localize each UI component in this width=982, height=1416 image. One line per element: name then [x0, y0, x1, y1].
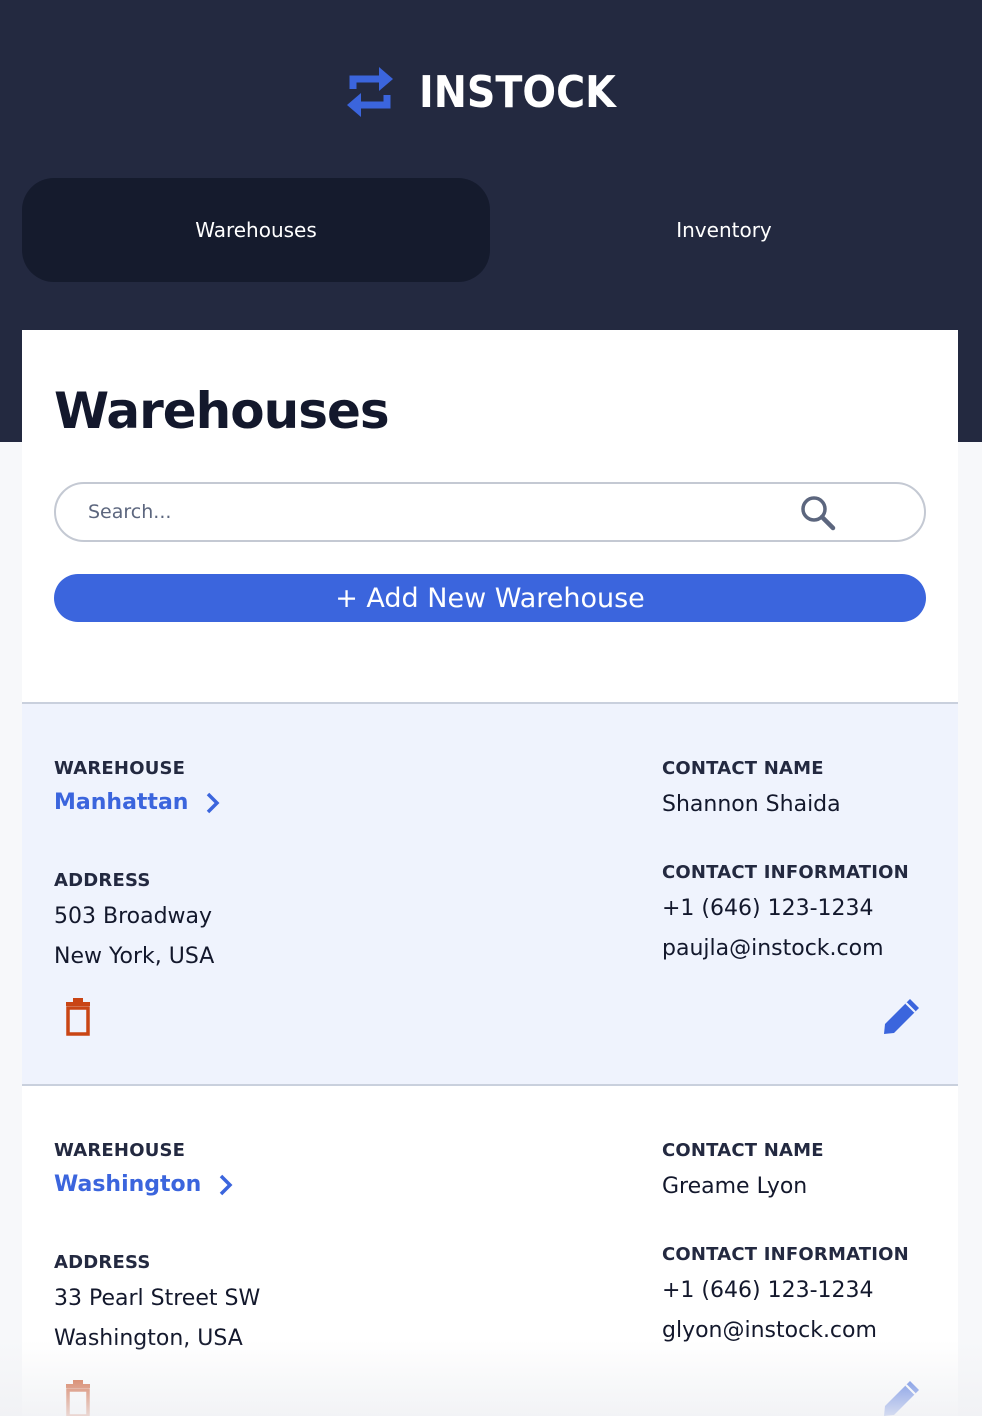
search-input[interactable] [88, 501, 892, 523]
address-line2: Washington, USA [54, 1326, 243, 1351]
warehouse-name: Manhattan [54, 790, 189, 815]
warehouse-row: WAREHOUSE Manhattan ADDRESS 503 Broadway… [22, 702, 958, 1084]
address-label: ADDRESS [54, 1252, 151, 1273]
contact-phone: +1 (646) 123-1234 [662, 1278, 874, 1303]
add-warehouse-button[interactable]: + Add New Warehouse [54, 574, 926, 622]
contact-email: paujla@instock.com [662, 936, 884, 961]
swap-arrows-icon [346, 67, 393, 117]
warehouse-row: WAREHOUSE Washington ADDRESS 33 Pearl St… [22, 1084, 958, 1416]
contact-phone: +1 (646) 123-1234 [662, 896, 874, 921]
tab-inventory[interactable]: Inventory [490, 178, 958, 282]
logo[interactable]: INSTOCK [0, 58, 982, 126]
contact-info-label: CONTACT INFORMATION [662, 1244, 909, 1265]
address-line2: New York, USA [54, 944, 215, 969]
tab-warehouses[interactable]: Warehouses [22, 178, 490, 282]
warehouse-name-link[interactable]: Washington [54, 1172, 233, 1197]
contact-email: glyon@instock.com [662, 1318, 877, 1343]
contact-name: Greame Lyon [662, 1174, 808, 1199]
address-line1: 33 Pearl Street SW [54, 1286, 261, 1311]
page-title: Warehouses [54, 382, 390, 440]
address-line1: 503 Broadway [54, 904, 213, 929]
chevron-right-icon [207, 792, 220, 813]
delete-icon[interactable] [64, 998, 92, 1036]
delete-icon[interactable] [64, 1380, 92, 1416]
chevron-right-icon [220, 1174, 233, 1195]
search-box [54, 482, 926, 542]
search-icon[interactable] [798, 493, 838, 533]
main-nav: Warehouses Inventory [22, 178, 958, 282]
contact-name-label: CONTACT NAME [662, 1140, 824, 1161]
edit-icon[interactable] [882, 1378, 922, 1416]
address-label: ADDRESS [54, 870, 151, 891]
warehouse-label: WAREHOUSE [54, 1140, 186, 1161]
contact-name: Shannon Shaida [662, 792, 841, 817]
warehouse-label: WAREHOUSE [54, 758, 186, 779]
contact-info-label: CONTACT INFORMATION [662, 862, 909, 883]
warehouse-list-card: Warehouses + Add New Warehouse WAREHOUSE… [22, 330, 958, 1416]
app-name: INSTOCK [418, 66, 616, 118]
warehouse-name: Washington [54, 1172, 202, 1197]
edit-icon[interactable] [882, 996, 922, 1036]
warehouse-name-link[interactable]: Manhattan [54, 790, 220, 815]
contact-name-label: CONTACT NAME [662, 758, 824, 779]
